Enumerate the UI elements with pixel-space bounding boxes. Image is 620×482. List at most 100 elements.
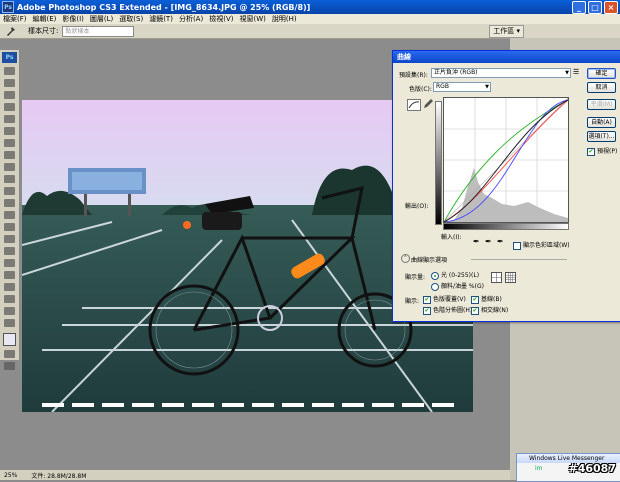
curves-graph[interactable]	[443, 97, 569, 223]
marquee-tool-icon[interactable]	[4, 79, 15, 87]
black-point-eyedropper-icon[interactable]: ✒	[473, 237, 480, 246]
menu-layer[interactable]: 圖層(L)	[87, 14, 116, 24]
menu-bar: 檔案(F) 編輯(E) 影像(I) 圖層(L) 選取(S) 濾鏡(T) 分析(A…	[0, 14, 620, 24]
maximize-button[interactable]: □	[588, 1, 602, 14]
ok-button[interactable]: 確定	[587, 68, 616, 79]
menu-help[interactable]: 說明(H)	[269, 14, 300, 24]
channel-overlay-option[interactable]: ✔ 色版覆蓋(V)	[423, 294, 466, 304]
history-brush-tool-icon[interactable]	[4, 175, 15, 183]
brush-tool-icon[interactable]	[4, 151, 15, 159]
intersection-line-label: 相交線(N)	[481, 307, 509, 314]
preset-options-icon[interactable]: ☰	[573, 68, 579, 76]
healing-brush-tool-icon[interactable]	[4, 139, 15, 147]
options-bar: 樣本尺寸: 點狀樣本	[0, 24, 620, 39]
preset-label: 預設集(R):	[399, 72, 428, 79]
baseline-option[interactable]: ✔ 基線(B)	[471, 294, 502, 304]
histogram-option[interactable]: ✔ 色階分佈圖(H)	[423, 305, 472, 315]
preset-select[interactable]: 正片負沖 (RGB)	[431, 68, 571, 78]
channel-overlay-label: 色版覆蓋(V)	[433, 296, 466, 303]
menu-filter[interactable]: 濾鏡(T)	[146, 14, 176, 24]
pigment-radio[interactable]	[431, 282, 439, 291]
eraser-tool-icon[interactable]	[4, 187, 15, 195]
notes-tool-icon[interactable]	[4, 283, 15, 291]
channel-label: 色版(C):	[409, 86, 432, 93]
toolbox: Ps	[0, 50, 20, 370]
slice-tool-icon[interactable]	[4, 127, 15, 135]
minimize-button[interactable]: _	[572, 1, 586, 14]
quick-mask-icon[interactable]	[4, 350, 15, 358]
detailed-grid-icon[interactable]	[505, 272, 516, 283]
output-label: 輸出(O):	[405, 203, 429, 210]
move-tool-icon[interactable]	[4, 67, 15, 75]
path-selection-tool-icon[interactable]	[4, 259, 15, 267]
preview-checkbox[interactable]: ✔	[587, 147, 595, 156]
show-amount-label: 顯示量:	[405, 274, 426, 281]
histogram-label: 色階分佈圖(H)	[433, 307, 473, 314]
eyedropper-tool-icon[interactable]	[6, 26, 16, 36]
toolbox-logo: Ps	[2, 52, 17, 63]
shape-tool-icon[interactable]	[4, 271, 15, 279]
status-bar: 25% 文件: 28.8M/28.8M	[0, 470, 514, 480]
menu-edit[interactable]: 編輯(E)	[30, 14, 60, 24]
sample-size-label: 樣本尺寸:	[28, 27, 59, 35]
pen-tool-icon[interactable]	[4, 235, 15, 243]
cancel-button[interactable]: 取消	[587, 82, 616, 93]
screen-mode-icon[interactable]	[4, 362, 15, 370]
intersection-line-option[interactable]: ✔ 相交線(N)	[471, 305, 508, 315]
show-clipping-option[interactable]: 顯示色彩區域(W)	[513, 240, 570, 250]
show-clipping-checkbox[interactable]	[513, 241, 521, 250]
intersection-line-checkbox[interactable]: ✔	[471, 306, 479, 315]
preview-label: 預視(P)	[597, 148, 618, 155]
blur-tool-icon[interactable]	[4, 211, 15, 219]
baseline-checkbox[interactable]: ✔	[471, 295, 479, 304]
gradient-tool-icon[interactable]	[4, 199, 15, 207]
preview-option[interactable]: ✔ 預視(P)	[587, 146, 617, 156]
magic-wand-tool-icon[interactable]	[4, 103, 15, 111]
title-bar: Ps Adobe Photoshop CS3 Extended - [IMG_8…	[0, 0, 620, 14]
color-swatches[interactable]	[3, 333, 16, 346]
white-point-eyedropper-icon[interactable]: ✒	[497, 237, 504, 246]
menu-file[interactable]: 檔案(F)	[0, 14, 30, 24]
show-label: 顯示:	[405, 298, 420, 305]
close-button[interactable]: ×	[604, 1, 618, 14]
menu-select[interactable]: 選取(S)	[116, 14, 146, 24]
light-option[interactable]: 光 (0-255)(L)	[431, 270, 479, 280]
menu-window[interactable]: 視窗(W)	[236, 14, 268, 24]
type-tool-icon[interactable]	[4, 247, 15, 255]
pencil-draw-icon[interactable]	[423, 99, 433, 109]
light-radio[interactable]	[431, 271, 439, 280]
gray-point-eyedropper-icon[interactable]: ✒	[485, 237, 492, 246]
clone-stamp-tool-icon[interactable]	[4, 163, 15, 171]
photoshop-app-icon: Ps	[2, 1, 14, 13]
dodge-tool-icon[interactable]	[4, 223, 15, 231]
options-button[interactable]: 選項(T)...	[587, 131, 616, 142]
menu-view[interactable]: 檢視(V)	[206, 14, 236, 24]
show-clipping-label: 顯示色彩區域(W)	[523, 242, 570, 249]
zoom-level[interactable]: 25%	[4, 472, 17, 479]
lasso-tool-icon[interactable]	[4, 91, 15, 99]
menu-analysis[interactable]: 分析(A)	[176, 14, 206, 24]
curve-edit-points-icon[interactable]	[407, 99, 421, 111]
sample-size-select[interactable]: 點狀樣本	[62, 25, 135, 37]
channel-overlay-checkbox[interactable]: ✔	[423, 295, 431, 304]
menu-image[interactable]: 影像(I)	[59, 14, 87, 24]
document-size: 文件: 28.8M/28.8M	[31, 472, 87, 480]
smooth-button[interactable]: 平滑(M)	[587, 99, 616, 110]
auto-button[interactable]: 自動(A)	[587, 117, 616, 128]
workspace-button[interactable]: 工作區 ▾	[489, 25, 524, 38]
options-divider	[471, 259, 567, 260]
hand-tool-icon[interactable]	[4, 307, 15, 315]
zoom-tool-icon[interactable]	[4, 319, 15, 327]
crop-tool-icon[interactable]	[4, 115, 15, 123]
eyedropper-tool-icon[interactable]	[4, 295, 15, 303]
watermark: #46087	[568, 462, 617, 475]
channel-select[interactable]: RGB	[433, 82, 491, 92]
input-label: 輸入(I):	[441, 234, 462, 241]
pigment-option[interactable]: 顏料/油墨 %(G)	[431, 281, 484, 291]
curves-dialog: 曲線 預設集(R): 正片負沖 (RGB) ☰ 色版(C): RGB 輸出(O)…	[392, 50, 620, 322]
baseline-label: 基線(B)	[481, 296, 502, 303]
simple-grid-icon[interactable]	[491, 272, 502, 283]
expand-options-icon[interactable]: ⌃	[401, 254, 410, 263]
display-options-header: 曲線顯示選項	[411, 257, 448, 264]
histogram-checkbox[interactable]: ✔	[423, 306, 431, 315]
